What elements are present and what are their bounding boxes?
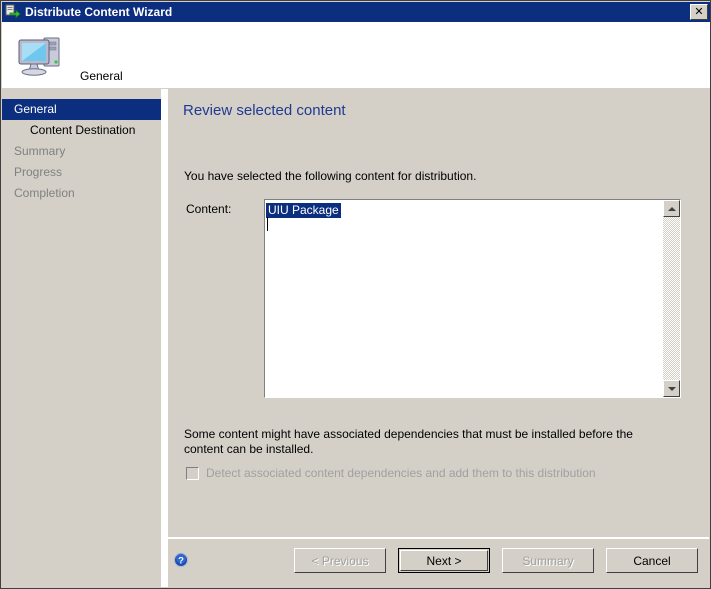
distribute-content-wizard-window: Distribute Content Wizard ✕ General Gene…: [0, 0, 711, 589]
previous-button: < Previous: [294, 548, 386, 573]
detect-dependencies-checkbox: [186, 466, 199, 480]
sidebar-item-progress: Progress: [14, 165, 63, 179]
sidebar-item-general[interactable]: General: [2, 99, 161, 120]
chevron-up-icon: [667, 206, 676, 211]
detect-dependencies-label: Detect associated content dependencies a…: [206, 466, 596, 480]
intro-text: You have selected the following content …: [184, 169, 477, 183]
sidebar-item-summary: Summary: [14, 144, 66, 158]
distribute-content-icon: [5, 4, 21, 20]
svg-text:?: ?: [178, 556, 184, 567]
next-button-label: Next >: [426, 553, 462, 568]
content-listbox-items[interactable]: UIU Package: [265, 200, 663, 397]
content-label: Content:: [186, 202, 232, 216]
close-button[interactable]: ✕: [690, 4, 708, 20]
scroll-down-button[interactable]: [663, 380, 680, 397]
chevron-down-icon: [667, 386, 676, 391]
text-caret: [267, 217, 268, 231]
wizard-main-panel: Review selected content You have selecte…: [168, 89, 709, 587]
header-step-title: General: [80, 69, 123, 83]
help-question-icon[interactable]: ?: [173, 552, 189, 568]
sidebar-item-content-destination[interactable]: Content Destination: [2, 120, 161, 141]
close-icon: ✕: [694, 5, 704, 18]
button-bar-separator: [168, 537, 709, 539]
sidebar-item-completion: Completion: [14, 186, 75, 200]
computer-icon: [14, 30, 66, 78]
dependency-note: Some content might have associated depen…: [184, 427, 633, 456]
cancel-button[interactable]: Cancel: [606, 548, 698, 573]
dependency-checkbox-row: Detect associated content dependencies a…: [186, 466, 596, 480]
wizard-button-bar: < Previous Next > Summary Cancel: [294, 548, 698, 573]
content-listbox[interactable]: UIU Package: [264, 199, 681, 398]
wizard-header: General: [2, 22, 710, 88]
next-button[interactable]: Next >: [398, 548, 490, 573]
window-title: Distribute Content Wizard: [25, 5, 173, 19]
page-title: Review selected content: [183, 102, 346, 119]
wizard-step-list: General Content Destination Summary Prog…: [2, 89, 161, 587]
summary-button: Summary: [502, 548, 594, 573]
scroll-up-button[interactable]: [663, 200, 680, 217]
list-item[interactable]: UIU Package: [266, 203, 341, 218]
sidebar-separator: [161, 89, 168, 587]
title-bar: Distribute Content Wizard ✕: [2, 2, 710, 22]
content-listbox-scrollbar[interactable]: [663, 200, 680, 397]
